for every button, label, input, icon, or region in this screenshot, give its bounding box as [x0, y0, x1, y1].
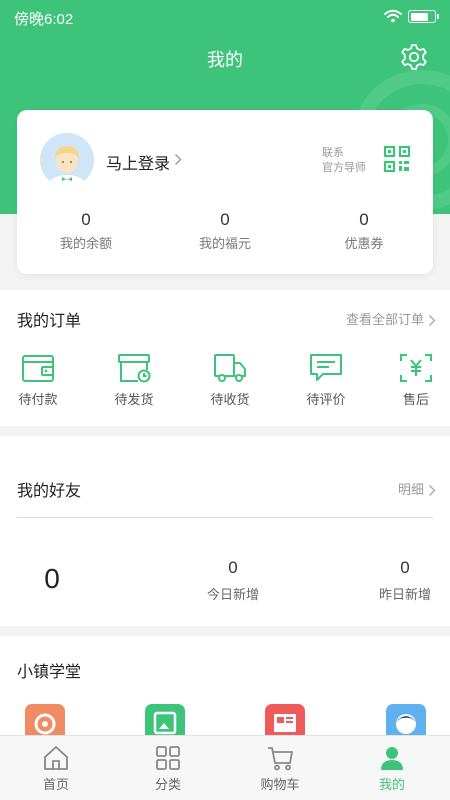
- mentor-line-2: 官方导师: [322, 162, 366, 174]
- balance-value: 0: [81, 210, 91, 229]
- grid-icon: [156, 746, 180, 770]
- chevron-right-icon: [429, 485, 436, 497]
- tab-mine[interactable]: 我的: [336, 736, 448, 800]
- login-link[interactable]: 马上登录: [106, 150, 170, 174]
- friends-today[interactable]: 0 今日新增: [193, 558, 273, 603]
- order-pending-review-label: 待评价: [306, 392, 346, 407]
- academy-item-3[interactable]: [265, 704, 305, 736]
- picture-icon: [153, 711, 177, 735]
- chevron-right-icon: [429, 315, 436, 327]
- academy-item-2[interactable]: [145, 704, 185, 736]
- order-pending-receipt[interactable]: 待收货: [195, 352, 265, 408]
- balance-stat[interactable]: 0 我的余额: [26, 210, 146, 252]
- view-all-orders-link[interactable]: 查看全部订单: [346, 309, 436, 328]
- gear-icon[interactable]: [400, 43, 428, 71]
- battery-level: [410, 12, 429, 21]
- wifi-icon: [384, 9, 402, 23]
- order-pending-payment-label: 待付款: [18, 392, 58, 407]
- wallet-icon: [22, 355, 54, 382]
- coupon-label: 优惠券: [344, 236, 384, 251]
- tab-cart-label: 购物车: [260, 777, 300, 792]
- avatar-illustration: [40, 133, 94, 187]
- order-pending-review[interactable]: 待评价: [291, 352, 361, 408]
- order-pending-shipment-label: 待发货: [114, 392, 154, 407]
- contact-mentor-link[interactable]: 联系 官方导师: [322, 146, 392, 176]
- friends-total: 0: [44, 563, 60, 594]
- newspaper-icon: [274, 714, 296, 732]
- friends-divider: [17, 517, 433, 518]
- academy-title: 小镇学堂: [17, 664, 82, 681]
- fuyuan-label: 我的福元: [198, 236, 251, 251]
- friends-yesterday-label: 昨日新增: [378, 587, 431, 602]
- yen-refund-icon: [400, 354, 432, 382]
- order-pending-payment[interactable]: 待付款: [3, 352, 73, 408]
- order-after-sales-label: 售后: [402, 392, 429, 407]
- qr-code-icon[interactable]: [383, 145, 411, 173]
- box-clock-icon: [118, 354, 151, 383]
- tab-mine-label: 我的: [378, 777, 405, 792]
- gear-icon: [34, 713, 56, 735]
- order-after-sales[interactable]: 售后: [381, 352, 450, 408]
- order-pending-shipment[interactable]: 待发货: [99, 352, 169, 408]
- coupon-stat[interactable]: 0 优惠券: [304, 210, 424, 252]
- status-bar: 傍晚6:02: [0, 0, 450, 32]
- friends-today-value: 0: [228, 558, 238, 577]
- home-icon: [44, 746, 68, 770]
- friends-section: 我的好友 明细 0 0 今日新增 0 昨日新增: [0, 436, 450, 626]
- cart-icon: [268, 747, 293, 771]
- academy-section: 小镇学堂: [0, 636, 450, 736]
- friends-yesterday[interactable]: 0 昨日新增: [365, 558, 445, 603]
- friends-detail-link[interactable]: 明细: [398, 479, 436, 498]
- academy-item-4[interactable]: [386, 704, 426, 736]
- tab-home[interactable]: 首页: [0, 736, 112, 800]
- tab-category[interactable]: 分类: [112, 736, 224, 800]
- view-all-orders-label: 查看全部订单: [345, 312, 424, 327]
- user-icon: [381, 747, 403, 770]
- bottom-tab-bar: 首页 分类 购物车 我的: [0, 735, 450, 800]
- avatar[interactable]: [40, 133, 94, 187]
- fuyuan-value: 0: [220, 210, 230, 229]
- mentor-line-1: 联系: [322, 147, 344, 159]
- page-title: 我的: [207, 50, 243, 70]
- coupon-value: 0: [359, 210, 369, 229]
- friends-detail-label: 明细: [397, 482, 424, 497]
- profile-card: 马上登录 联系 官方导师 0 我的余额 0 我的福元 0 优惠券: [17, 110, 433, 274]
- chevron-right-icon: [175, 154, 182, 165]
- comment-icon: [310, 354, 342, 381]
- fuyuan-stat[interactable]: 0 我的福元: [165, 210, 285, 252]
- tab-home-label: 首页: [42, 777, 69, 792]
- status-time: 傍晚6:02: [14, 11, 74, 28]
- orders-title: 我的订单: [17, 313, 82, 330]
- tab-cart[interactable]: 购物车: [224, 736, 336, 800]
- academy-item-1[interactable]: [25, 704, 65, 736]
- battery-icon: [408, 10, 439, 23]
- friends-today-label: 今日新增: [206, 587, 259, 602]
- truck-icon: [214, 354, 246, 382]
- order-pending-receipt-label: 待收货: [210, 392, 250, 407]
- friends-title: 我的好友: [17, 483, 82, 500]
- balance-label: 我的余额: [59, 236, 112, 251]
- tab-category-label: 分类: [154, 777, 181, 792]
- person-icon: [396, 714, 416, 734]
- friends-yesterday-value: 0: [400, 558, 410, 577]
